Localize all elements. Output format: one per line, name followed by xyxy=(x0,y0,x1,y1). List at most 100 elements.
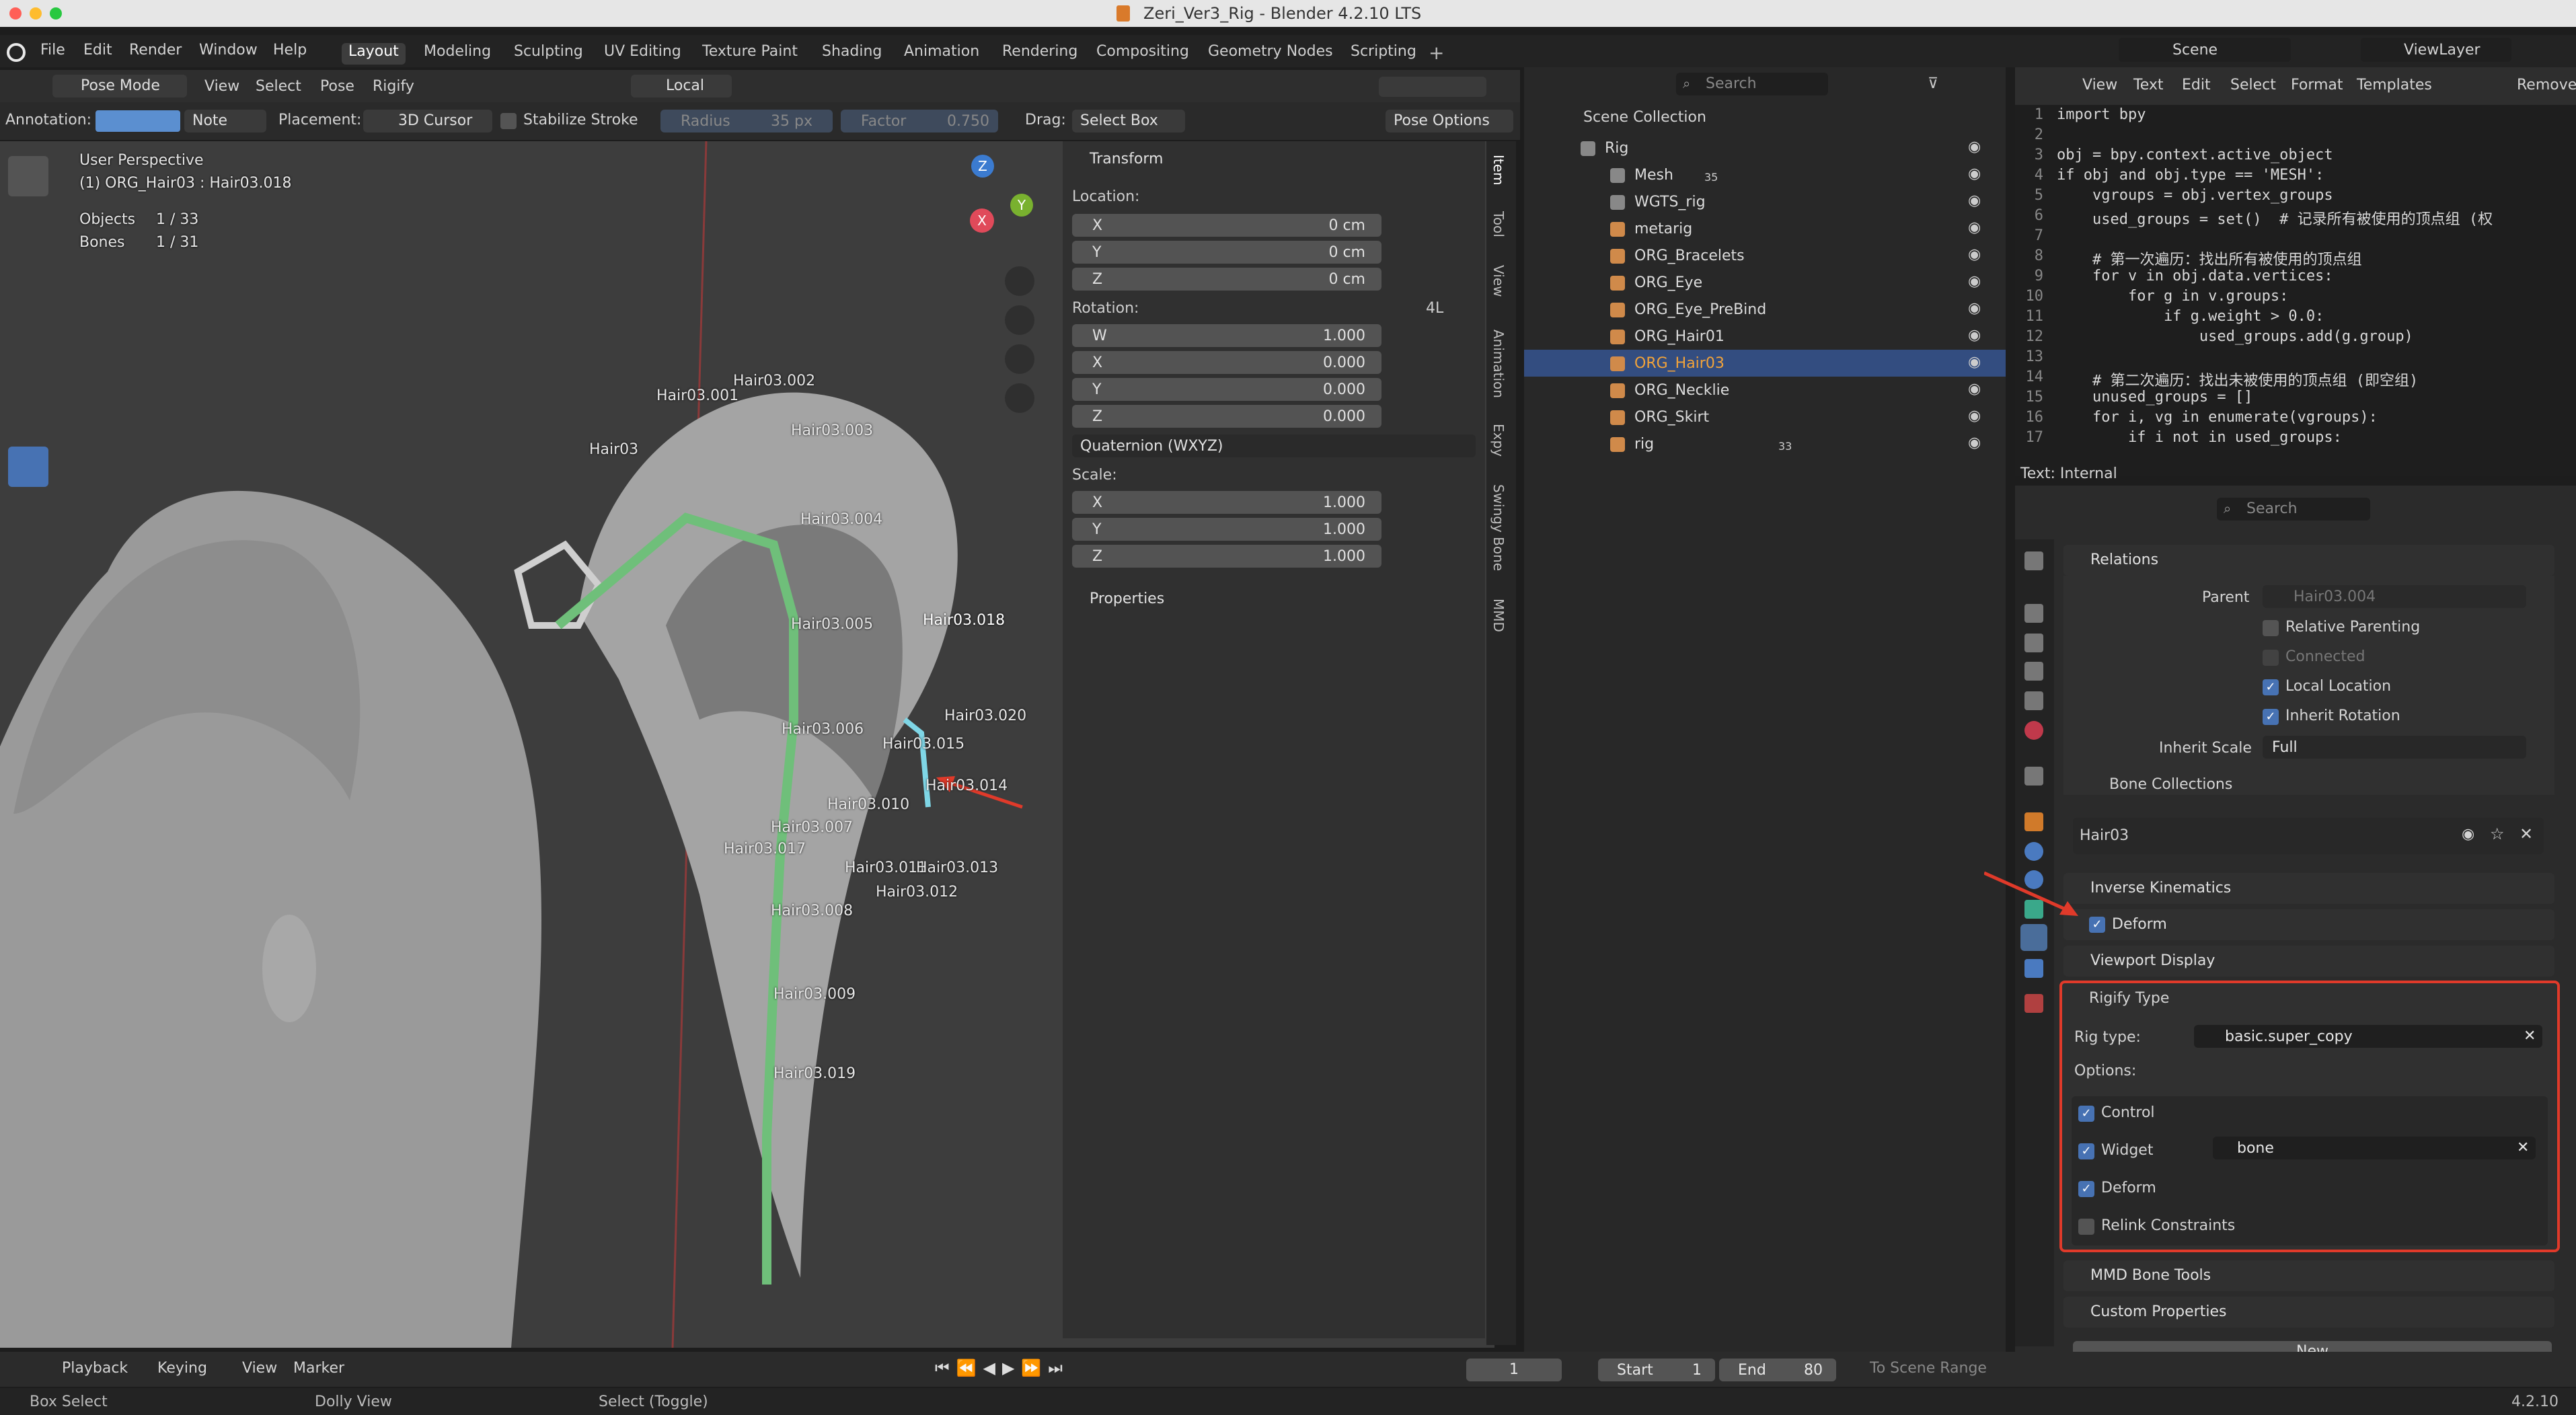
visibility-eye-icon[interactable]: ◉ xyxy=(1968,192,1981,209)
gizmo-y-icon[interactable]: Y xyxy=(1010,194,1033,217)
output-tab-icon[interactable] xyxy=(2024,634,2043,652)
mode-selector[interactable]: Pose Mode xyxy=(52,75,187,98)
tab-animation[interactable]: Animation xyxy=(1490,330,1507,398)
add-workspace-button[interactable]: + xyxy=(1429,42,1444,64)
placement-selector[interactable]: 3D Cursor xyxy=(363,110,492,132)
close-icon[interactable]: ✕ xyxy=(2520,825,2533,843)
tab-uv-editing[interactable]: UV Editing xyxy=(597,43,688,65)
rotation-y-field[interactable]: Y 0.000 xyxy=(1072,378,1381,401)
rotation-mode-selector[interactable]: Quaternion (WXYZ) xyxy=(1072,434,1476,457)
outliner-item[interactable]: ORG_Bracelets ◉ xyxy=(1524,242,2006,269)
tab-sculpting[interactable]: Sculpting xyxy=(507,43,590,65)
start-frame-field[interactable]: Start 1 xyxy=(1598,1359,1715,1381)
shading-buttons[interactable] xyxy=(1379,77,1486,97)
gizmo-x-icon[interactable]: X xyxy=(970,208,994,233)
tool-tab-icon[interactable] xyxy=(2024,551,2043,570)
menu-render[interactable]: Render xyxy=(129,42,182,59)
tab-item[interactable]: Item xyxy=(1490,155,1507,186)
deform-header[interactable]: ✓ Deform xyxy=(2063,909,2554,940)
orientation-selector[interactable]: Local xyxy=(631,75,732,98)
tool-measure[interactable] xyxy=(8,494,48,534)
relations-panel-header[interactable]: Relations xyxy=(2063,545,2554,576)
tab-geometry-nodes[interactable]: Geometry Nodes xyxy=(1201,43,1340,65)
location-x-field[interactable]: X 0 cm xyxy=(1072,214,1381,237)
widget-checkbox[interactable]: ✓ xyxy=(2078,1143,2094,1159)
remove-button[interactable]: Remove xyxy=(2517,77,2576,93)
visibility-eye-icon[interactable]: ◉ xyxy=(1968,354,1981,371)
factor-field[interactable]: Factor 0.750 xyxy=(841,110,998,132)
menu-view[interactable]: View xyxy=(204,78,239,95)
scale-y-field[interactable]: Y 1.000 xyxy=(1072,518,1381,541)
location-y-field[interactable]: Y 0 cm xyxy=(1072,241,1381,264)
object-tab-icon[interactable] xyxy=(2024,812,2043,831)
tool-bone-envelope[interactable] xyxy=(8,547,48,588)
menu-select[interactable]: Select xyxy=(256,78,301,95)
tab-scripting[interactable]: Scripting xyxy=(1344,43,1423,65)
menu-format[interactable]: Format xyxy=(2291,77,2343,93)
bone-collections-header[interactable]: Bone Collections xyxy=(2109,776,2232,793)
visibility-eye-icon[interactable]: ◉ xyxy=(1968,434,1981,451)
minimize-window-button[interactable] xyxy=(30,7,42,20)
render-tab-icon[interactable] xyxy=(2024,604,2043,623)
view-layer-tab-icon[interactable] xyxy=(2024,662,2043,681)
tab-modeling[interactable]: Modeling xyxy=(417,43,498,65)
current-frame-field[interactable]: 1 xyxy=(1466,1359,1562,1381)
pan-hand-icon[interactable] xyxy=(1005,305,1034,335)
scene-selector[interactable]: Scene xyxy=(2119,38,2291,62)
play-controls[interactable]: ⏮⏪◀▶⏩⏭ xyxy=(935,1359,1094,1380)
relative-parenting-checkbox[interactable] xyxy=(2263,620,2279,636)
code-area[interactable]: 1 import bpy 2 3 obj = bpy.context.active_ob… xyxy=(2015,102,2576,455)
inherit-rotation-checkbox[interactable]: ✓ xyxy=(2263,709,2279,725)
tool-annotate[interactable] xyxy=(8,447,48,487)
inherit-scale-selector[interactable]: Full xyxy=(2263,736,2526,759)
camera-icon[interactable] xyxy=(1005,344,1034,374)
tab-shading[interactable]: Shading xyxy=(815,43,888,65)
viewlayer-selector[interactable]: ViewLayer xyxy=(2361,38,2511,62)
annotation-color-swatch[interactable] xyxy=(96,110,180,132)
to-scene-range-button[interactable]: To Scene Range xyxy=(1870,1360,1987,1377)
menu-edit[interactable]: Edit xyxy=(83,42,112,59)
tab-rendering[interactable]: Rendering xyxy=(995,43,1084,65)
tab-texture-paint[interactable]: Texture Paint xyxy=(695,43,804,65)
visibility-eye-icon[interactable]: ◉ xyxy=(1968,381,1981,397)
visibility-eye-icon[interactable]: ◉ xyxy=(1968,219,1981,236)
scale-x-field[interactable]: X 1.000 xyxy=(1072,491,1381,514)
menu-edit[interactable]: Edit xyxy=(2182,77,2211,93)
close-window-button[interactable] xyxy=(9,7,22,20)
visibility-eye-icon[interactable]: ◉ xyxy=(1968,327,1981,344)
tab-compositing[interactable]: Compositing xyxy=(1090,43,1196,65)
menu-file[interactable]: File xyxy=(40,42,65,59)
tool-rotate[interactable] xyxy=(8,300,48,340)
timeline-view-menu[interactable]: View xyxy=(242,1360,277,1377)
rotation-x-field[interactable]: X 0.000 xyxy=(1072,351,1381,374)
tab-swingy-bone[interactable]: Swingy Bone xyxy=(1490,484,1507,571)
outliner-item[interactable]: metarig ◉ xyxy=(1524,215,2006,242)
menu-help[interactable]: Help xyxy=(273,42,307,59)
visibility-eye-icon[interactable]: ◉ xyxy=(1968,408,1981,424)
visibility-eye-icon[interactable]: ◉ xyxy=(1968,273,1981,290)
grid-icon[interactable] xyxy=(1005,383,1034,413)
scene-tab-icon[interactable] xyxy=(2024,691,2043,710)
gizmo-z-icon[interactable]: Z xyxy=(971,155,994,178)
timeline-playback-menu[interactable]: Playback xyxy=(62,1360,128,1377)
radius-field[interactable]: Radius 35 px xyxy=(660,110,833,132)
zoom-icon[interactable] xyxy=(1005,266,1034,296)
control-checkbox[interactable]: ✓ xyxy=(2078,1106,2094,1122)
tool-scale[interactable] xyxy=(8,347,48,387)
menu-rigify[interactable]: Rigify xyxy=(373,78,414,95)
rotation-w-field[interactable]: W 1.000 xyxy=(1072,324,1381,347)
rigify-type-title[interactable]: Rigify Type xyxy=(2089,990,2169,1007)
rotation-z-field[interactable]: Z 0.000 xyxy=(1072,405,1381,428)
menu-view[interactable]: View xyxy=(2082,77,2117,93)
bone-collection-list[interactable]: Hair03 ◉ ☆ ✕ xyxy=(2073,818,2544,854)
timeline-marker-menu[interactable]: Marker xyxy=(293,1360,344,1377)
timeline-keying-menu[interactable]: Keying xyxy=(157,1360,207,1377)
rigify-deform-checkbox[interactable]: ✓ xyxy=(2078,1181,2094,1197)
properties-subpanel-header[interactable]: Properties xyxy=(1090,590,1164,607)
scene-collection-label[interactable]: Scene Collection xyxy=(1583,109,1706,126)
inverse-kinematics-header[interactable]: Inverse Kinematics xyxy=(2063,873,2554,904)
clear-icon[interactable]: ✕ xyxy=(2517,1139,2529,1156)
end-frame-field[interactable]: End 80 xyxy=(1719,1359,1836,1381)
outliner-item[interactable]: ORG_Hair03 ◉ xyxy=(1524,350,2006,377)
outliner-item[interactable]: WGTS_rig ◉ xyxy=(1524,188,2006,215)
